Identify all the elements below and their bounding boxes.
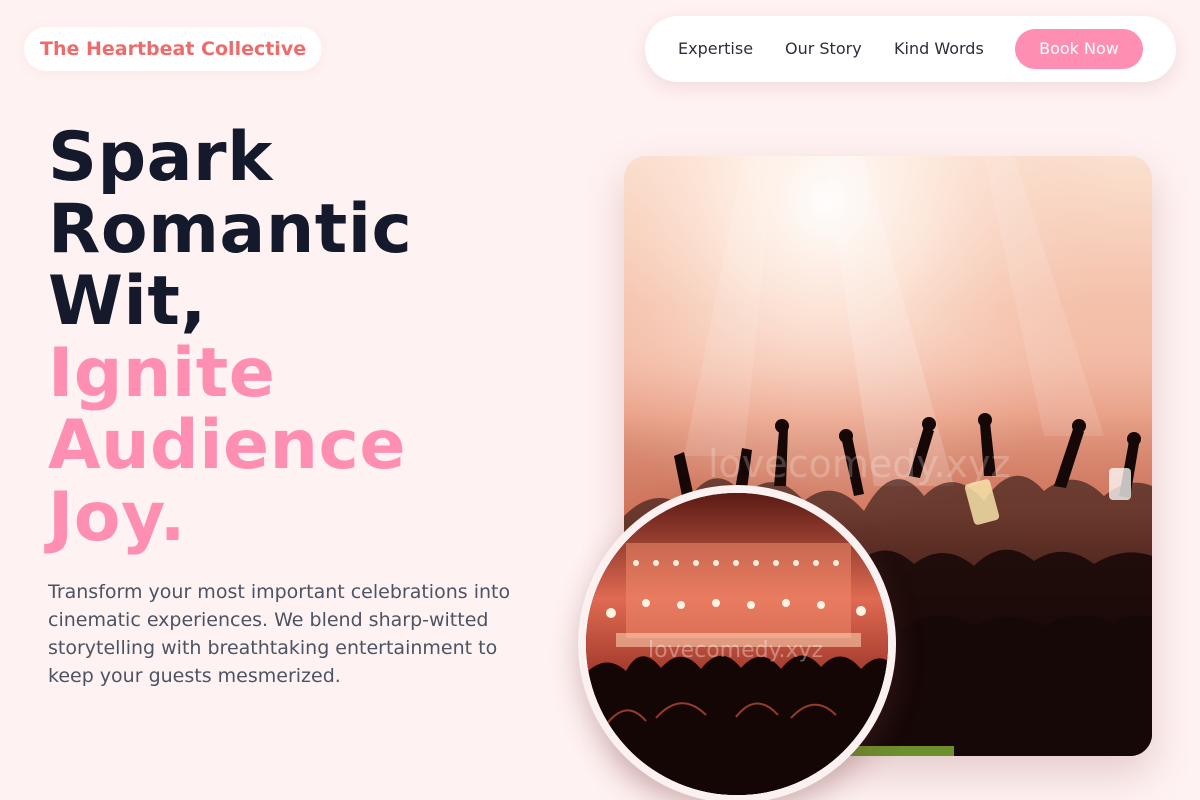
brand-logo[interactable]: The Heartbeat Collective (24, 27, 323, 71)
hero-description: Transform your most important celebratio… (48, 581, 511, 687)
stage-audience-photo: lovecomedy.xyz (578, 485, 896, 800)
main-photo-watermark: lovecomedy.xyz (708, 442, 1011, 486)
hero-headline: Spark Romantic Wit, Ignite Audience Joy. (48, 122, 568, 554)
top-nav: Expertise Our Story Kind Words Book Now (645, 16, 1176, 82)
circle-photo-watermark: lovecomedy.xyz (648, 638, 824, 663)
headline-accent-line: Ignite (48, 334, 276, 413)
headline-accent-line: Audience (48, 406, 406, 485)
nav-link-expertise[interactable]: Expertise (678, 16, 753, 82)
headline-accent-line: Joy. (48, 478, 186, 557)
landing-page: The Heartbeat Collective Expertise Our S… (0, 0, 1200, 800)
headline-line: Spark (48, 118, 273, 197)
headline-line: Romantic (48, 190, 413, 269)
headline-line: Wit, (48, 262, 207, 341)
nav-link-kind-words[interactable]: Kind Words (894, 16, 984, 82)
book-now-button[interactable]: Book Now (1015, 29, 1143, 69)
nav-link-our-story[interactable]: Our Story (785, 16, 862, 82)
stage-audience-photo-inner: lovecomedy.xyz (586, 493, 888, 795)
